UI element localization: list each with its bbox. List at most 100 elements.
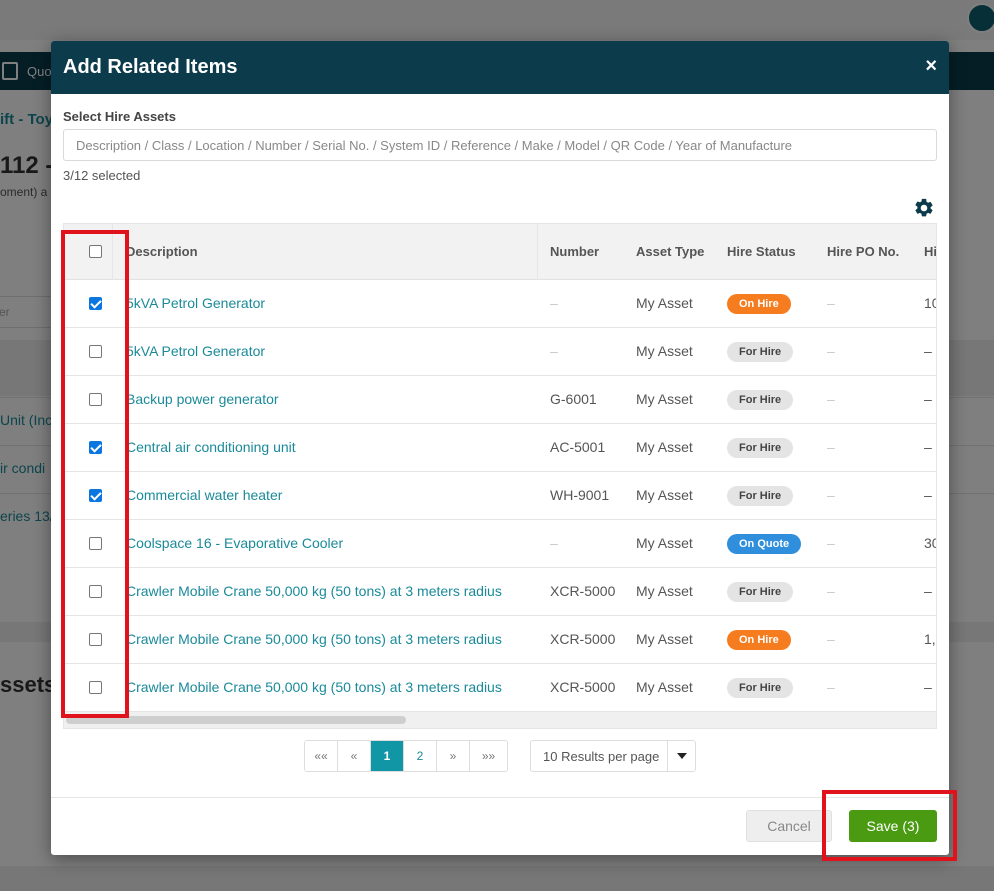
horizontal-scrollbar[interactable]	[64, 712, 936, 728]
asset-type: My Asset	[636, 391, 693, 407]
assets-table: Description Number Asset Type Hire Statu…	[63, 223, 937, 729]
hire-po-number: –	[827, 679, 835, 695]
modal-title: Add Related Items	[63, 56, 238, 78]
hire-po-number: –	[827, 391, 835, 407]
save-button[interactable]: Save (3)	[849, 810, 937, 842]
asset-type: My Asset	[636, 631, 693, 647]
col-header-hire-po[interactable]: Hire PO No.	[827, 244, 899, 259]
modal-header: Add Related Items ×	[51, 41, 949, 94]
asset-number: –	[550, 295, 558, 311]
hire-po-number: –	[827, 343, 835, 359]
asset-number: G-6001	[550, 391, 597, 407]
asset-number: XCR-5000	[550, 679, 616, 695]
last-page-button[interactable]: »»	[470, 741, 507, 771]
asset-description-link[interactable]: Coolspace 16 - Evaporative Cooler	[126, 535, 343, 551]
table-row: 5kVA Petrol Generator – My Asset For Hire – –	[64, 328, 936, 376]
asset-type: My Asset	[636, 487, 693, 503]
hire-po-number: –	[827, 295, 835, 311]
table-row: Commercial water heater WH-9001 My Asset Fo…	[64, 472, 936, 520]
hire-status-badge: For Hire	[727, 582, 794, 602]
field-label: Select Hire Assets	[63, 109, 176, 124]
hire-po-number: –	[827, 535, 835, 551]
asset-description-link[interactable]: Crawler Mobile Crane 50,000 kg (50 tons)…	[126, 631, 502, 647]
scrollbar-thumb[interactable]	[66, 716, 406, 724]
page-2-button[interactable]: 2	[404, 741, 437, 771]
next-column-value: –	[924, 391, 932, 407]
row-checkbox[interactable]	[89, 681, 102, 694]
asset-type: My Asset	[636, 583, 693, 599]
next-column-value: 1,	[924, 631, 936, 647]
asset-number: –	[550, 535, 558, 551]
asset-description-link[interactable]: Crawler Mobile Crane 50,000 kg (50 tons)…	[126, 679, 502, 695]
table-row: 5kVA Petrol Generator – My Asset On Hire – 10	[64, 280, 936, 328]
hire-status-badge: For Hire	[727, 678, 794, 698]
hire-status-badge: For Hire	[727, 438, 794, 458]
asset-number: XCR-5000	[550, 583, 616, 599]
asset-type: My Asset	[636, 679, 693, 695]
pagination: «« « 1 2 » »»	[304, 740, 508, 772]
col-header-next[interactable]: Hi	[924, 244, 936, 259]
hire-status-badge: On Hire	[727, 630, 791, 650]
table-row: Backup power generator G-6001 My Asset For …	[64, 376, 936, 424]
table-row: Central air conditioning unit AC-5001 My A…	[64, 424, 936, 472]
row-checkbox[interactable]	[89, 441, 102, 454]
next-page-button[interactable]: »	[437, 741, 470, 771]
selected-count: 3/12 selected	[63, 168, 141, 183]
col-header-asset-type[interactable]: Asset Type	[636, 244, 704, 259]
row-checkbox[interactable]	[89, 537, 102, 550]
asset-number: WH-9001	[550, 487, 610, 503]
row-checkbox[interactable]	[89, 489, 102, 502]
table-header: Description Number Asset Type Hire Statu…	[64, 224, 936, 280]
cancel-button[interactable]: Cancel	[746, 810, 832, 842]
chevron-down-icon	[677, 753, 687, 759]
hire-status-badge: On Hire	[727, 294, 791, 314]
row-checkbox[interactable]	[89, 345, 102, 358]
row-checkbox[interactable]	[89, 633, 102, 646]
asset-description-link[interactable]: Commercial water heater	[126, 487, 282, 503]
asset-description-link[interactable]: Backup power generator	[126, 391, 279, 407]
asset-description-link[interactable]: 5kVA Petrol Generator	[126, 343, 265, 359]
asset-description-link[interactable]: Crawler Mobile Crane 50,000 kg (50 tons)…	[126, 583, 502, 599]
results-per-page-select[interactable]: 10 Results per page	[530, 740, 696, 772]
hire-status-badge: For Hire	[727, 486, 794, 506]
table-row: Crawler Mobile Crane 50,000 kg (50 tons)…	[64, 568, 936, 616]
hire-status-badge: On Quote	[727, 534, 802, 554]
next-column-value: –	[924, 679, 932, 695]
next-column-value: –	[924, 583, 932, 599]
gear-icon[interactable]	[913, 197, 935, 219]
dropdown-toggle[interactable]	[667, 741, 695, 771]
col-header-hire-status[interactable]: Hire Status	[727, 244, 796, 259]
add-related-items-modal: Add Related Items × Select Hire Assets 3…	[51, 41, 949, 855]
select-all-checkbox[interactable]	[89, 245, 102, 258]
next-column-value: –	[924, 487, 932, 503]
table-row: Crawler Mobile Crane 50,000 kg (50 tons)…	[64, 664, 936, 712]
hire-po-number: –	[827, 439, 835, 455]
col-header-description[interactable]: Description	[126, 244, 198, 259]
table-row: Coolspace 16 - Evaporative Cooler – My Ass…	[64, 520, 936, 568]
asset-type: My Asset	[636, 343, 693, 359]
prev-page-button[interactable]: «	[338, 741, 371, 771]
next-column-value: 30	[924, 535, 936, 551]
next-column-value: –	[924, 343, 932, 359]
hire-po-number: –	[827, 631, 835, 647]
asset-description-link[interactable]: 5kVA Petrol Generator	[126, 295, 265, 311]
asset-description-link[interactable]: Central air conditioning unit	[126, 439, 296, 455]
asset-type: My Asset	[636, 535, 693, 551]
hire-status-badge: For Hire	[727, 342, 794, 362]
first-page-button[interactable]: ««	[305, 741, 338, 771]
asset-number: XCR-5000	[550, 631, 616, 647]
page-1-button[interactable]: 1	[371, 741, 404, 771]
table-row: Crawler Mobile Crane 50,000 kg (50 tons)…	[64, 616, 936, 664]
col-header-number[interactable]: Number	[550, 244, 599, 259]
asset-type: My Asset	[636, 295, 693, 311]
row-checkbox[interactable]	[89, 393, 102, 406]
asset-number: –	[550, 343, 558, 359]
row-checkbox[interactable]	[89, 297, 102, 310]
close-icon[interactable]: ×	[925, 55, 937, 78]
hire-status-badge: For Hire	[727, 390, 794, 410]
hire-po-number: –	[827, 487, 835, 503]
hire-po-number: –	[827, 583, 835, 599]
next-column-value: –	[924, 439, 932, 455]
search-input[interactable]	[63, 129, 937, 161]
row-checkbox[interactable]	[89, 585, 102, 598]
